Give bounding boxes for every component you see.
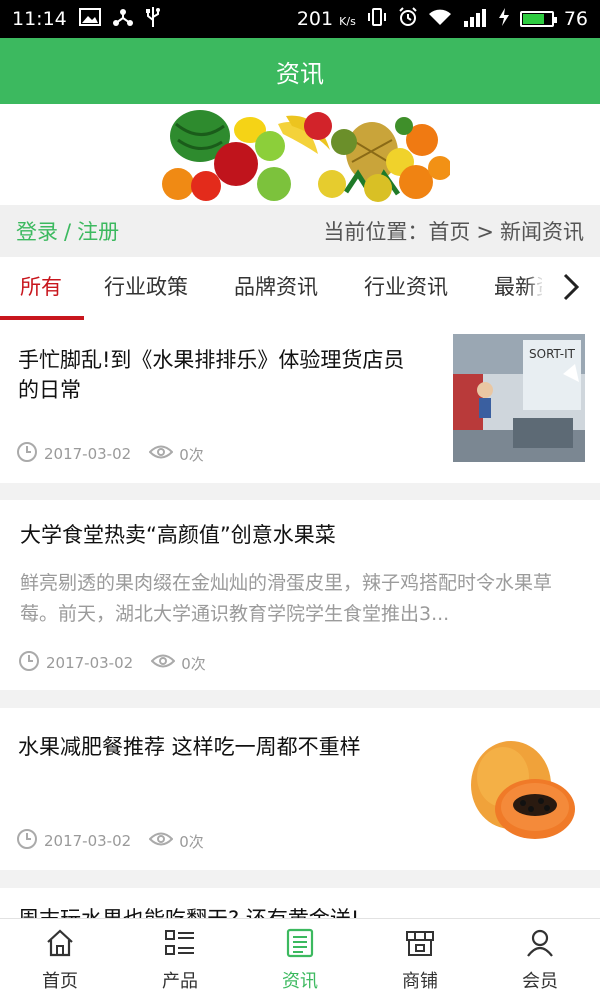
eye-icon (148, 444, 174, 464)
tab-industry-news[interactable]: 行业资讯 (364, 257, 448, 321)
article-title[interactable]: 大学食堂热卖“高颜值”创意水果菜 (20, 520, 580, 550)
network-speed: 201 K/s (296, 8, 356, 30)
home-icon (45, 928, 75, 967)
nav-home-label: 首页 (42, 970, 78, 992)
article-meta: 2017-03-02 0次 (16, 441, 204, 467)
article-meta: 2017-03-02 0次 (18, 650, 206, 676)
article-card[interactable]: 水果减肥餐推荐 这样吃一周都不重样 2017-03-02 0次 (0, 708, 600, 870)
location-label: 当前位置： (323, 220, 429, 244)
page-header: 资讯 (0, 38, 600, 104)
breadcrumb-current: 新闻资讯 (500, 220, 584, 244)
clock-icon (16, 441, 38, 467)
status-bar: 11:14 201 K/s 76 (0, 0, 600, 38)
category-tabs: 所有 行业政策 品牌资讯 行业资讯 最新资讯 (0, 257, 600, 321)
tab-industry-policy[interactable]: 行业政策 (104, 257, 188, 321)
clock-icon (16, 828, 38, 854)
nav-shops-label: 商铺 (402, 970, 438, 992)
article-title[interactable]: 水果减肥餐推荐 这样吃一周都不重样 (18, 732, 438, 762)
thumbnail-sign-text: SORT-IT (529, 347, 576, 361)
article-date: 2017-03-02 (46, 654, 134, 672)
chevron-right-icon (561, 272, 581, 306)
vibrate-icon (366, 7, 388, 32)
fruit-banner-image[interactable] (158, 104, 452, 205)
eye-icon (148, 831, 174, 851)
image-icon (78, 7, 101, 31)
nav-news[interactable]: 资讯 (240, 919, 360, 1001)
grid-list-icon (164, 928, 196, 967)
document-icon (285, 928, 315, 967)
share-icon (112, 8, 133, 31)
article-summary: 鲜亮剔透的果肉缀在金灿灿的滑蛋皮里，辣子鸡搭配时令水果草莓。前天，湖北大学通识教… (20, 572, 553, 625)
article-views: 0次 (179, 445, 204, 464)
article-date: 2017-03-02 (44, 445, 132, 463)
article-meta: 2017-03-02 0次 (16, 828, 204, 854)
breadcrumb-arrow: > (476, 220, 494, 244)
register-link[interactable]: 注册 (77, 220, 119, 244)
battery-level: 76 (563, 8, 588, 30)
bottom-nav: 首页 产品 资讯 商铺 会员 (0, 918, 600, 1001)
login-separator: / (64, 220, 72, 244)
papaya-thumbnail[interactable] (453, 721, 585, 849)
nav-home[interactable]: 首页 (0, 919, 120, 1001)
nav-member[interactable]: 会员 (480, 919, 600, 1001)
shop-icon (404, 928, 436, 967)
clock-icon (18, 650, 40, 676)
tab-brand-news[interactable]: 品牌资讯 (234, 257, 318, 321)
user-breadcrumb-bar: 登录 / 注册 当前位置：首页 > 新闻资讯 (0, 205, 600, 257)
article-card[interactable]: 手忙脚乱!到《水果排排乐》体验理货店员的日常 2017-03-02 0次 SOR… (0, 321, 600, 483)
status-time: 11:14 (12, 8, 67, 30)
alarm-icon (398, 6, 418, 32)
nav-products[interactable]: 产品 (120, 919, 240, 1001)
wifi-icon (428, 8, 452, 31)
nav-products-label: 产品 (162, 970, 198, 992)
article-views: 0次 (179, 832, 204, 851)
tab-all[interactable]: 所有 (20, 257, 62, 321)
charging-icon (498, 7, 510, 32)
page-title: 资讯 (276, 59, 324, 88)
active-tab-indicator (0, 316, 84, 320)
article-views: 0次 (181, 654, 206, 673)
article-thumbnail[interactable]: SORT-IT (453, 334, 585, 462)
nav-news-label: 资讯 (282, 970, 318, 992)
login-link[interactable]: 登录 (16, 220, 58, 244)
article-title[interactable]: 手忙脚乱!到《水果排排乐》体验理货店员的日常 (18, 345, 418, 405)
breadcrumb: 当前位置：首页 > 新闻资讯 (323, 216, 584, 246)
banner[interactable] (0, 104, 600, 205)
battery-icon (519, 11, 557, 27)
article-date: 2017-03-02 (44, 832, 132, 850)
breadcrumb-home[interactable]: 首页 (428, 220, 470, 244)
nav-member-label: 会员 (522, 970, 558, 992)
user-icon (525, 928, 555, 967)
eye-icon (150, 653, 176, 673)
usb-icon (145, 6, 161, 33)
login-register: 登录 / 注册 (16, 216, 119, 246)
nav-shops[interactable]: 商铺 (360, 919, 480, 1001)
article-card[interactable]: 大学食堂热卖“高颜值”创意水果菜 鲜亮剔透的果肉缀在金灿灿的滑蛋皮里，辣子鸡搭配… (0, 500, 600, 690)
signal-icon (462, 7, 488, 32)
tabs-scroll-right-button[interactable] (542, 257, 600, 321)
